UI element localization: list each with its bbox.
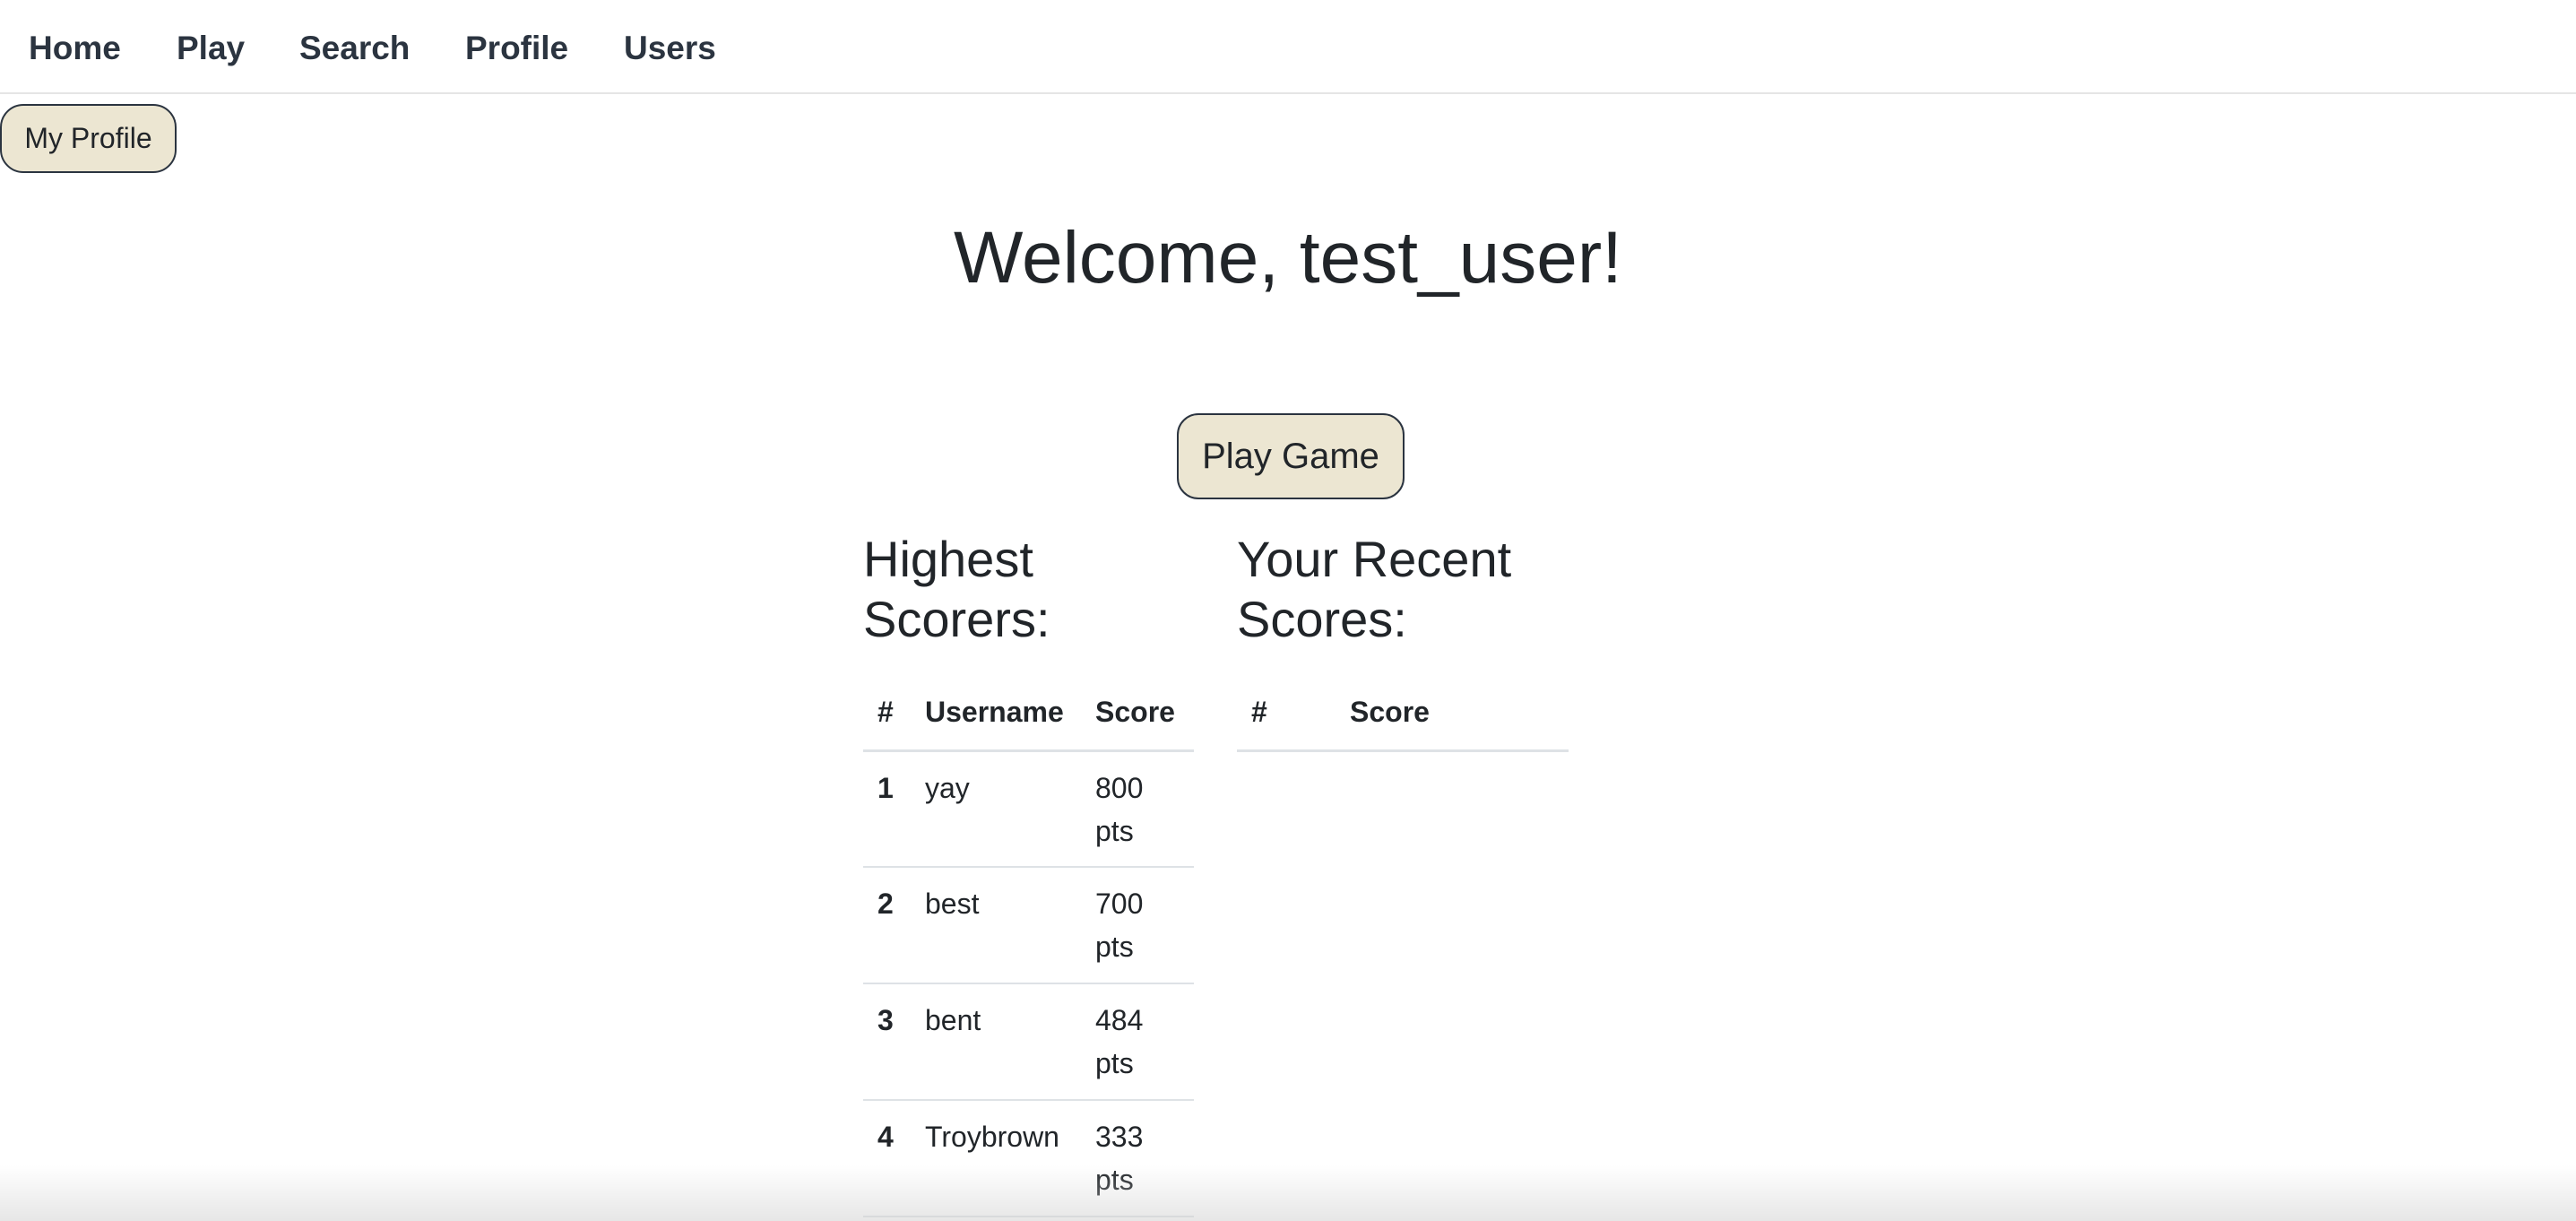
- my-profile-button[interactable]: My Profile: [0, 104, 177, 173]
- row-username: bent: [911, 983, 1081, 1101]
- column-header-score: Score: [1081, 675, 1194, 752]
- row-username: best: [911, 867, 1081, 984]
- nav-link-users[interactable]: Users: [624, 25, 716, 72]
- row-score: 484 pts: [1081, 983, 1194, 1101]
- column-header-score: Score: [1336, 675, 1569, 752]
- row-score: 700 pts: [1081, 867, 1194, 984]
- highest-scorers-table: # Username Score 1 yay 800 pts 2 best 70…: [863, 675, 1194, 1217]
- bottom-shadow: [0, 1165, 2576, 1221]
- nav-link-home[interactable]: Home: [29, 25, 121, 72]
- nav-link-profile[interactable]: Profile: [465, 25, 568, 72]
- row-rank: 3: [863, 983, 911, 1101]
- page-title: Welcome, test_user!: [954, 217, 1622, 299]
- table-header-row: # Score: [1237, 675, 1569, 752]
- table-row: 4 Troybrown 333 pts: [863, 1100, 1194, 1217]
- table-row: 2 best 700 pts: [863, 867, 1194, 984]
- row-username: yay: [911, 750, 1081, 868]
- nav-link-search[interactable]: Search: [299, 25, 410, 72]
- nav-link-play[interactable]: Play: [177, 25, 245, 72]
- table-row: 1 yay 800 pts: [863, 750, 1194, 868]
- row-rank: 4: [863, 1100, 911, 1217]
- row-score: 333 pts: [1081, 1100, 1194, 1217]
- column-header-username: Username: [911, 675, 1081, 752]
- row-rank: 1: [863, 750, 911, 868]
- table-row: 3 bent 484 pts: [863, 983, 1194, 1101]
- row-rank: 2: [863, 867, 911, 984]
- top-navbar: Home Play Search Profile Users: [0, 0, 2576, 94]
- play-game-button[interactable]: Play Game: [1177, 413, 1405, 499]
- column-header-rank: #: [1237, 675, 1336, 752]
- column-header-rank: #: [863, 675, 911, 752]
- recent-scores-title: Your Recent Scores:: [1237, 531, 1512, 647]
- recent-scores-table: # Score: [1237, 675, 1569, 752]
- row-score: 800 pts: [1081, 750, 1194, 868]
- table-header-row: # Username Score: [863, 675, 1194, 752]
- row-username: Troybrown: [911, 1100, 1081, 1217]
- highest-scorers-title: Highest Scorers:: [863, 531, 1050, 647]
